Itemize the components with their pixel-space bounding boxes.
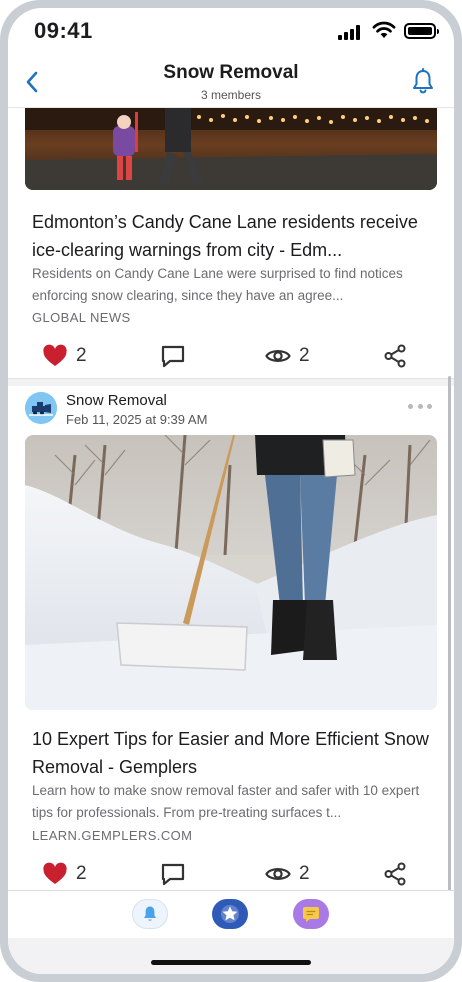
chat-icon <box>303 907 319 922</box>
heart-icon <box>43 862 67 884</box>
home-indicator-area <box>8 938 454 974</box>
post-actions: 2 2 <box>8 854 454 890</box>
home-indicator[interactable] <box>151 960 311 965</box>
article-image[interactable] <box>25 108 437 190</box>
heart-icon <box>43 344 67 366</box>
status-bar: 09:41 <box>8 8 454 54</box>
comment-button[interactable] <box>160 854 186 890</box>
device-frame: 09:41 Snow Removal 3 members Edmonton’s … <box>0 0 462 982</box>
like-button[interactable]: 2 <box>42 336 87 376</box>
comment-icon <box>161 345 185 368</box>
views-indicator: 2 <box>265 336 310 376</box>
comment-icon <box>161 863 185 886</box>
share-button[interactable] <box>383 854 407 890</box>
tab-bar <box>8 890 454 938</box>
wifi-icon <box>372 21 396 38</box>
post-date: Feb 11, 2025 at 9:39 AM <box>66 412 208 427</box>
post-headline[interactable]: Edmonton’s Candy Cane Lane residents rec… <box>32 208 432 264</box>
view-count: 2 <box>299 863 310 884</box>
tab-chat[interactable] <box>293 899 329 929</box>
more-icon <box>408 403 413 409</box>
star-icon <box>221 905 239 923</box>
snowplow-icon <box>25 392 57 424</box>
tab-favorites[interactable] <box>212 899 248 929</box>
post-header: Snow Removal Feb 11, 2025 at 9:39 AM <box>8 384 454 434</box>
group-avatar[interactable] <box>25 392 57 424</box>
notifications-button[interactable] <box>408 66 438 98</box>
share-icon <box>384 862 406 886</box>
article-image[interactable] <box>25 435 437 710</box>
article-photo-snow-shoveling <box>25 435 437 710</box>
like-count: 2 <box>76 345 87 366</box>
article-photo-holiday-lights <box>25 108 437 190</box>
view-count: 2 <box>299 345 310 366</box>
eye-icon <box>265 868 291 880</box>
page-title: Snow Removal <box>163 62 299 83</box>
nav-header: Snow Removal 3 members <box>8 54 454 108</box>
post-actions: 2 2 <box>8 336 454 376</box>
views-indicator: 2 <box>265 854 310 890</box>
post-feed[interactable]: Edmonton’s Candy Cane Lane residents rec… <box>8 108 454 890</box>
bell-icon <box>413 68 433 94</box>
post-source: LEARN.GEMPLERS.COM <box>32 828 193 843</box>
post-source: GLOBAL NEWS <box>32 310 131 325</box>
tab-notifications[interactable] <box>132 899 168 929</box>
screen: 09:41 Snow Removal 3 members Edmonton’s … <box>8 8 454 974</box>
comment-button[interactable] <box>160 336 186 376</box>
post-summary: Learn how to make snow removal faster an… <box>32 783 420 820</box>
post-summary: Residents on Candy Cane Lane were surpri… <box>32 266 403 303</box>
eye-icon <box>265 350 291 362</box>
like-button[interactable]: 2 <box>42 854 87 890</box>
more-options-button[interactable] <box>408 398 432 414</box>
member-count: 3 members <box>200 88 262 102</box>
bell-icon <box>144 906 156 921</box>
status-time: 09:41 <box>34 18 93 43</box>
share-button[interactable] <box>383 336 407 376</box>
post-author[interactable]: Snow Removal <box>66 392 167 409</box>
share-icon <box>384 344 406 368</box>
battery-icon <box>404 23 439 39</box>
like-count: 2 <box>76 863 87 884</box>
scrollbar[interactable] <box>448 376 451 890</box>
cellular-signal-icon <box>338 24 364 40</box>
post-headline[interactable]: 10 Expert Tips for Easier and More Effic… <box>32 725 432 781</box>
